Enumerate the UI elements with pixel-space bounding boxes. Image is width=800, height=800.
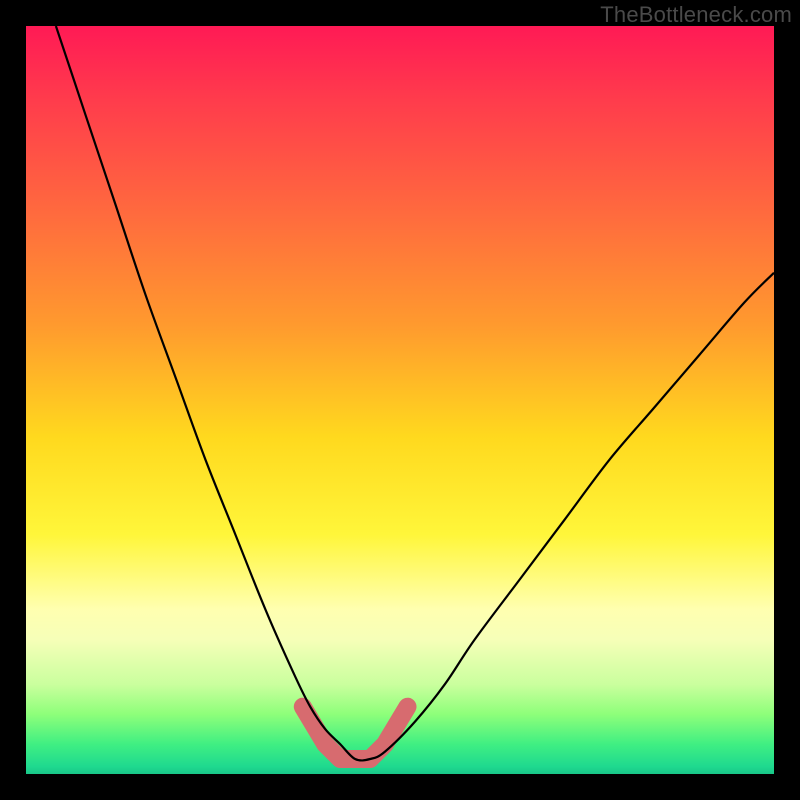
optimal-range-marker bbox=[303, 707, 408, 759]
bottleneck-curve-line bbox=[56, 26, 774, 760]
watermark-text: TheBottleneck.com bbox=[600, 2, 792, 28]
outer-frame: TheBottleneck.com bbox=[0, 0, 800, 800]
chart-svg bbox=[26, 26, 774, 774]
plot-area bbox=[26, 26, 774, 774]
